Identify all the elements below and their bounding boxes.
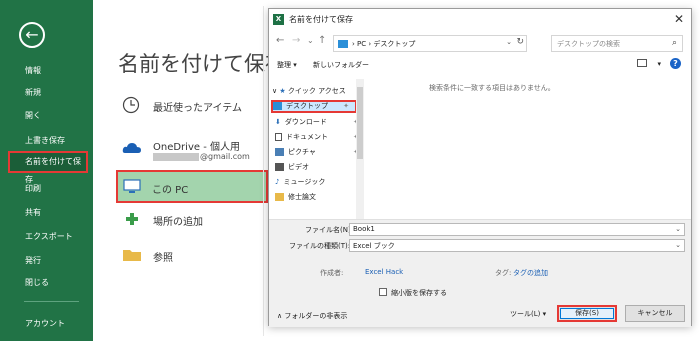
star-icon: ★ — [279, 87, 286, 95]
filename-label: ファイル名(N): — [305, 226, 354, 234]
computer-icon — [123, 179, 141, 193]
search-placeholder: デスクトップの検索 — [557, 40, 620, 48]
sidebar-item-publish[interactable]: 発行 — [8, 250, 88, 272]
search-input[interactable]: デスクトップの検索 ⌕ — [551, 35, 683, 52]
author-value[interactable]: Excel Hack — [365, 268, 403, 276]
close-icon[interactable]: ✕ — [674, 12, 684, 26]
tree-item-desktop[interactable]: デスクトップ ✦ — [271, 100, 357, 113]
tree-item-music[interactable]: ♪ ミュージック — [275, 176, 365, 189]
dialog-title: 名前を付けて保存 — [289, 15, 353, 24]
organize-button[interactable]: 整理 ▾ — [277, 60, 297, 70]
chevron-down-icon[interactable]: ⌄ — [506, 38, 512, 46]
view-dropdown-icon[interactable]: ▾ — [657, 60, 661, 68]
clock-icon — [122, 96, 140, 114]
sidebar-divider — [24, 301, 79, 302]
recent-locations-icon[interactable]: ⌄ — [307, 36, 314, 45]
sidebar-item-open[interactable]: 開く — [8, 105, 88, 127]
sidebar-item-share[interactable]: 共有 — [8, 202, 88, 224]
save-thumbnail-label: 縮小版を保存する — [391, 289, 447, 297]
location-label: OneDrive - 個人用 — [153, 142, 240, 153]
empty-folder-message: 検索条件に一致する項目はありません。 — [429, 84, 555, 92]
sidebar-item-account[interactable]: アカウント — [8, 313, 88, 335]
chevron-down-icon[interactable]: ⌄ — [675, 225, 681, 233]
save-button[interactable]: 保存(S) — [557, 305, 617, 322]
dialog-titlebar[interactable]: X 名前を付けて保存 ✕ — [269, 9, 691, 31]
scrollbar-thumb[interactable] — [357, 87, 363, 159]
chevron-down-icon[interactable]: ⌄ — [675, 241, 681, 249]
document-icon — [275, 133, 282, 141]
location-label: 最近使ったアイテム — [153, 103, 242, 114]
filename-input[interactable]: Book1 ⌄ — [349, 223, 685, 236]
up-arrow-icon[interactable]: ↑ — [318, 35, 326, 46]
cancel-button[interactable]: キャンセル — [625, 305, 685, 322]
music-icon: ♪ — [275, 178, 280, 186]
sidebar-item-print[interactable]: 印刷 — [8, 178, 88, 200]
sidebar-item-close[interactable]: 閉じる — [8, 272, 88, 294]
refresh-icon[interactable]: ↻ — [516, 37, 524, 47]
folder-icon — [275, 193, 284, 201]
tree-item-videos[interactable]: ビデオ — [275, 161, 365, 174]
sidebar-item-new[interactable]: 新規 — [8, 82, 88, 104]
backstage-sidebar: ← 情報 新規 開く 上書き保存 名前を付けて保存 印刷 共有 エクスポート 発… — [0, 0, 93, 341]
picture-icon — [275, 148, 284, 156]
hide-folders-button[interactable]: ∧ フォルダーの非表示 — [277, 311, 347, 321]
location-browse[interactable]: 参照 — [118, 240, 268, 270]
location-this-pc[interactable]: この PC — [116, 170, 268, 203]
save-thumbnail-checkbox[interactable] — [379, 288, 387, 296]
download-icon: ⬇ — [275, 118, 281, 126]
pc-icon — [338, 40, 348, 48]
dialog-toolbar: 整理 ▾ 新しいフォルダー ▾ ? — [269, 56, 691, 74]
excel-app-icon: X — [273, 14, 284, 25]
desktop-icon — [273, 102, 282, 110]
sidebar-item-export[interactable]: エクスポート — [8, 226, 88, 248]
navigation-pane: ∨ ★ クイック アクセス デスクトップ ✦ ⬇ダウンロード ✦ ドキュメント … — [269, 77, 366, 221]
sidebar-item-save[interactable]: 上書き保存 — [8, 130, 88, 152]
expand-icon[interactable]: ∨ — [272, 87, 277, 95]
address-path: › PC › デスクトップ — [352, 40, 416, 48]
help-icon[interactable]: ? — [670, 58, 681, 69]
location-onedrive[interactable]: OneDrive - 個人用 @gmail.com — [118, 133, 268, 163]
video-icon — [275, 163, 284, 171]
navigation-bar: ← → ⌄ ↑ › PC › デスクトップ ⌄ ↻ デスクトップの検索 ⌕ — [269, 35, 691, 53]
address-bar[interactable]: › PC › デスクトップ ⌄ ↻ — [333, 35, 527, 52]
pane-divider — [263, 6, 264, 336]
sidebar-item-save-as[interactable]: 名前を付けて保存 — [8, 151, 88, 184]
redacted-block — [153, 152, 199, 161]
search-icon: ⌕ — [671, 38, 677, 48]
save-as-dialog: X 名前を付けて保存 ✕ ← → ⌄ ↑ › PC › デスクトップ ⌄ ↻ デ… — [268, 8, 692, 327]
location-label: 参照 — [153, 253, 173, 264]
view-options-icon[interactable] — [637, 59, 647, 67]
dialog-bottom-panel: ファイル名(N): Book1 ⌄ ファイルの種類(T): Excel ブック … — [269, 219, 691, 327]
tools-dropdown[interactable]: ツール(L) ▾ — [510, 309, 546, 319]
location-recent[interactable]: 最近使ったアイテム — [118, 90, 268, 120]
tags-label: タグ: — [495, 269, 512, 277]
add-tags-link[interactable]: タグの追加 — [513, 268, 548, 278]
tree-item-pictures[interactable]: ピクチャ ✦ — [275, 146, 365, 159]
pin-icon: ✦ — [343, 102, 349, 110]
tree-item-downloads[interactable]: ⬇ダウンロード ✦ — [275, 116, 365, 129]
cloud-icon — [122, 143, 141, 153]
filetype-label: ファイルの種類(T): — [289, 242, 351, 250]
tree-item-documents[interactable]: ドキュメント ✦ — [275, 131, 365, 144]
forward-arrow-icon[interactable]: → — [292, 35, 300, 46]
tree-item-quick-access[interactable]: ∨ ★ クイック アクセス — [272, 85, 362, 98]
back-arrow-icon[interactable]: ← — [276, 35, 284, 46]
location-label: 場所の追加 — [153, 217, 203, 228]
plus-icon — [126, 213, 138, 225]
tree-item-thesis-folder[interactable]: 修士論文 — [275, 191, 365, 204]
location-label: この PC — [152, 185, 189, 196]
location-add-place[interactable]: 場所の追加 — [118, 204, 268, 234]
new-folder-button[interactable]: 新しいフォルダー — [313, 60, 369, 70]
page-title: 名前を付けて保存 — [118, 52, 286, 76]
sidebar-item-info[interactable]: 情報 — [8, 60, 88, 82]
back-arrow-icon[interactable]: ← — [19, 22, 45, 48]
folder-icon — [123, 250, 141, 261]
filetype-select[interactable]: Excel ブック ⌄ — [349, 239, 685, 252]
account-email: @gmail.com — [153, 152, 250, 161]
author-label: 作成者: — [320, 269, 344, 277]
